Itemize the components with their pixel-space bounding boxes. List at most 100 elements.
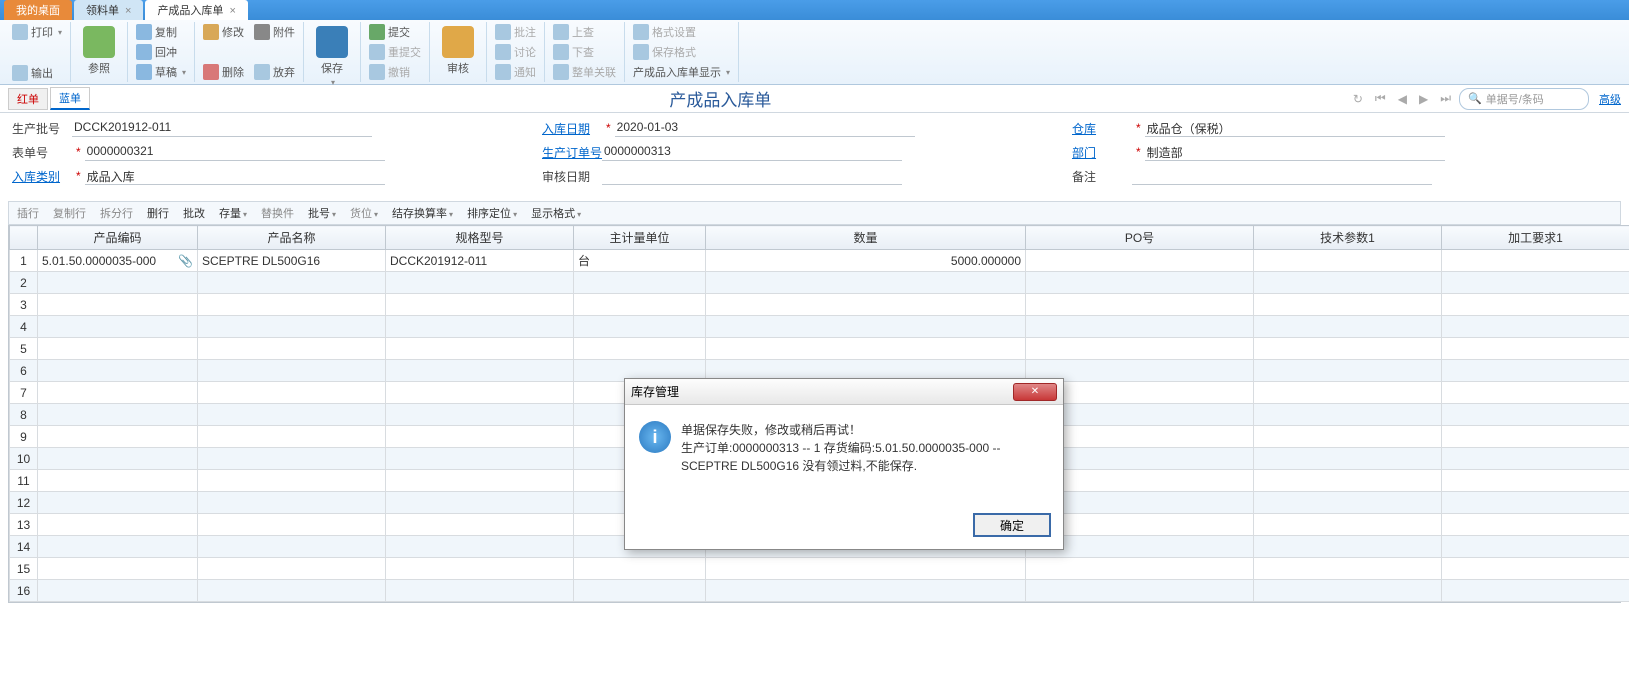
cell[interactable] bbox=[706, 316, 1026, 338]
cell[interactable] bbox=[198, 426, 386, 448]
date-label[interactable]: 入库日期 bbox=[542, 120, 602, 137]
cell[interactable] bbox=[706, 580, 1026, 602]
cell[interactable] bbox=[198, 360, 386, 382]
notify-button[interactable]: 通知 bbox=[491, 63, 540, 81]
cell[interactable] bbox=[1026, 316, 1254, 338]
copy-button[interactable]: 复制 bbox=[132, 23, 181, 41]
cell[interactable] bbox=[38, 580, 198, 602]
cell[interactable] bbox=[386, 338, 574, 360]
table-row[interactable]: 15.01.50.0000035-000📎SCEPTRE DL500G16DCC… bbox=[10, 250, 1629, 272]
cell[interactable] bbox=[1026, 338, 1254, 360]
cell[interactable] bbox=[1442, 338, 1629, 360]
cell[interactable] bbox=[706, 294, 1026, 316]
cell[interactable] bbox=[706, 272, 1026, 294]
cell[interactable] bbox=[198, 470, 386, 492]
cell[interactable] bbox=[386, 382, 574, 404]
cell[interactable] bbox=[198, 448, 386, 470]
cell[interactable] bbox=[38, 316, 198, 338]
no-field[interactable]: 0000000321 bbox=[85, 143, 385, 161]
cell[interactable] bbox=[386, 448, 574, 470]
order-field[interactable]: 0000000313 bbox=[602, 143, 902, 161]
cell[interactable] bbox=[38, 514, 198, 536]
output-button[interactable]: 输出 bbox=[8, 64, 57, 82]
delete-row-button[interactable]: 删行 bbox=[147, 205, 169, 221]
cell[interactable]: SCEPTRE DL500G16 bbox=[198, 250, 386, 272]
batch-field[interactable]: DCCK201912-011 bbox=[72, 119, 372, 137]
cell[interactable] bbox=[1254, 580, 1442, 602]
cell[interactable] bbox=[386, 294, 574, 316]
cell[interactable] bbox=[38, 470, 198, 492]
column-header[interactable]: 产品编码 bbox=[38, 226, 198, 250]
column-header[interactable]: 主计量单位 bbox=[574, 226, 706, 250]
abandon-button[interactable]: 放弃 bbox=[250, 63, 299, 81]
location-button[interactable]: 货位 bbox=[350, 205, 378, 221]
cell[interactable] bbox=[386, 272, 574, 294]
cell[interactable] bbox=[386, 492, 574, 514]
approve-button[interactable]: 批注 bbox=[491, 23, 540, 41]
cell[interactable] bbox=[1442, 580, 1629, 602]
cell[interactable] bbox=[1442, 360, 1629, 382]
cell[interactable] bbox=[1442, 514, 1629, 536]
cell[interactable] bbox=[1442, 536, 1629, 558]
cell[interactable] bbox=[198, 514, 386, 536]
table-row[interactable]: 2 bbox=[10, 272, 1629, 294]
cell[interactable] bbox=[1442, 294, 1629, 316]
order-label[interactable]: 生产订单号 bbox=[542, 144, 602, 161]
prev-icon[interactable]: ◀ bbox=[1394, 90, 1411, 108]
cell[interactable] bbox=[38, 382, 198, 404]
cell[interactable] bbox=[1254, 536, 1442, 558]
cell[interactable] bbox=[38, 360, 198, 382]
remark-field[interactable] bbox=[1132, 167, 1432, 185]
dialog-title-bar[interactable]: 库存管理 ✕ bbox=[625, 379, 1063, 405]
cell[interactable] bbox=[1254, 558, 1442, 580]
cell[interactable] bbox=[198, 492, 386, 514]
adjust-button[interactable]: 整单关联 bbox=[549, 63, 620, 81]
tab-2[interactable]: 产成品入库单× bbox=[145, 0, 247, 20]
cell[interactable] bbox=[1254, 294, 1442, 316]
tab-1[interactable]: 领料单× bbox=[74, 0, 143, 20]
search-input[interactable]: 🔍单据号/条码 bbox=[1459, 88, 1589, 110]
attach-button[interactable]: 附件 bbox=[250, 23, 299, 41]
dialog-close-button[interactable]: ✕ bbox=[1013, 383, 1057, 401]
cell[interactable] bbox=[1442, 492, 1629, 514]
print-button[interactable]: 打印 bbox=[8, 23, 66, 41]
cell[interactable] bbox=[1254, 272, 1442, 294]
cell[interactable] bbox=[1254, 338, 1442, 360]
cell[interactable] bbox=[198, 536, 386, 558]
reverse-button[interactable]: 回冲 bbox=[132, 43, 181, 61]
split-row-button[interactable]: 拆分行 bbox=[100, 205, 133, 221]
cell[interactable] bbox=[1442, 448, 1629, 470]
save-format-button[interactable]: 保存格式 bbox=[629, 43, 700, 61]
cell[interactable] bbox=[386, 536, 574, 558]
table-row[interactable]: 4 bbox=[10, 316, 1629, 338]
cell[interactable] bbox=[1254, 382, 1442, 404]
cell[interactable]: 5000.000000 bbox=[706, 250, 1026, 272]
cell[interactable] bbox=[386, 558, 574, 580]
column-header[interactable]: 加工要求1 bbox=[1442, 226, 1629, 250]
cell[interactable] bbox=[198, 316, 386, 338]
last-icon[interactable]: ⏭ bbox=[1436, 89, 1455, 108]
column-header[interactable]: 技术参数1 bbox=[1254, 226, 1442, 250]
cell[interactable] bbox=[1442, 382, 1629, 404]
audit-button[interactable]: 审核 bbox=[434, 22, 482, 80]
reference-button[interactable]: 参照 bbox=[75, 22, 123, 80]
modify-button[interactable]: 修改 bbox=[199, 23, 248, 41]
cell[interactable] bbox=[1254, 426, 1442, 448]
dept-label[interactable]: 部门 bbox=[1072, 144, 1132, 161]
cell[interactable] bbox=[386, 360, 574, 382]
cell[interactable] bbox=[386, 404, 574, 426]
cell[interactable] bbox=[1442, 316, 1629, 338]
type-field[interactable]: 成品入库 bbox=[85, 167, 385, 185]
cell[interactable] bbox=[38, 426, 198, 448]
sort-button[interactable]: 排序定位 bbox=[467, 205, 517, 221]
stock-button[interactable]: 存量 bbox=[219, 205, 247, 221]
cell[interactable] bbox=[1442, 470, 1629, 492]
cell[interactable] bbox=[1442, 250, 1629, 272]
cell[interactable] bbox=[1026, 558, 1254, 580]
resubmit-button[interactable]: 重提交 bbox=[365, 43, 425, 61]
tab-close-icon[interactable]: × bbox=[125, 5, 131, 17]
table-row[interactable]: 3 bbox=[10, 294, 1629, 316]
cell[interactable] bbox=[386, 470, 574, 492]
cell[interactable] bbox=[1442, 404, 1629, 426]
refresh-icon[interactable]: ↻ bbox=[1349, 90, 1367, 108]
